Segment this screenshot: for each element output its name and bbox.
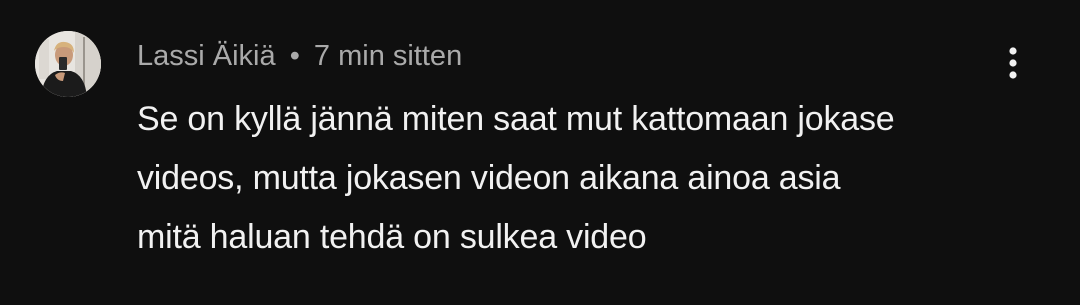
comment-meta: Lassi Äikiä • 7 min sitten bbox=[137, 36, 462, 76]
comment-timestamp: 7 min sitten bbox=[313, 40, 463, 72]
comment-text: Se on kyllä jännä miten saat mut kattoma… bbox=[137, 90, 1037, 267]
user-avatar-icon bbox=[35, 31, 101, 97]
comment-item: Lassi Äikiä • 7 min sitten Se on kyllä j… bbox=[0, 0, 1080, 305]
more-vertical-icon bbox=[1009, 47, 1017, 79]
avatar[interactable] bbox=[35, 31, 101, 97]
meta-separator: • bbox=[289, 40, 300, 72]
comment-text-line: videos, mutta jokasen videon aikana aino… bbox=[137, 159, 841, 197]
comment-text-line: Se on kyllä jännä miten saat mut kattoma… bbox=[137, 100, 895, 138]
comment-author[interactable]: Lassi Äikiä bbox=[137, 40, 276, 72]
comment-menu-button[interactable] bbox=[990, 42, 1036, 88]
comment-text-line: mitä haluan tehdä on sulkea video bbox=[137, 218, 647, 256]
